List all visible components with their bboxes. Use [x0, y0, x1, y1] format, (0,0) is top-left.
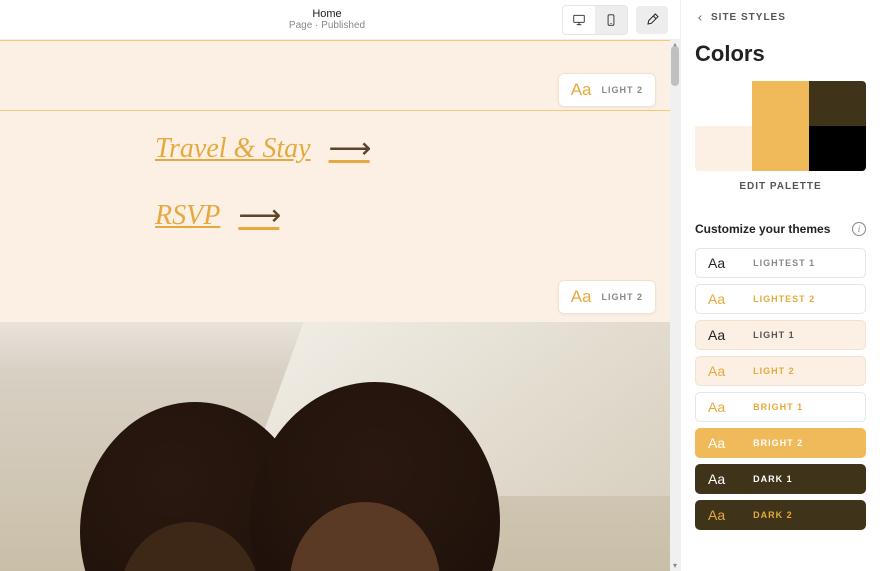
brush-icon	[644, 12, 660, 28]
arrow-right-icon: ⟶	[238, 198, 279, 233]
theme-label: DARK 1	[753, 474, 793, 484]
page-canvas[interactable]: Aa LIGHT 2 Travel & Stay ⟶ RSVP ⟶ Aa LIG…	[0, 40, 680, 571]
theme-badge-bottom[interactable]: Aa LIGHT 2	[558, 280, 656, 314]
badge-aa: Aa	[571, 287, 592, 307]
theme-label: LIGHTEST 1	[753, 258, 815, 268]
scrollbar-thumb[interactable]	[671, 46, 679, 86]
back-label: SITE STYLES	[711, 12, 786, 23]
scroll-down-icon[interactable]: ▾	[670, 561, 680, 571]
theme-item[interactable]: Aa LIGHTEST 2	[695, 284, 866, 314]
palette-swatch[interactable]	[695, 126, 752, 171]
mobile-icon	[604, 13, 618, 27]
palette-swatch[interactable]	[695, 81, 752, 126]
nav-link-rsvp[interactable]: RSVP ⟶	[155, 198, 370, 233]
panel-title: Colors	[695, 41, 866, 67]
theme-aa: Aa	[708, 435, 725, 451]
styles-brush-button[interactable]	[636, 6, 668, 34]
nav-link-label: Travel & Stay	[155, 133, 311, 165]
palette-swatch[interactable]	[809, 81, 866, 126]
theme-item[interactable]: Aa LIGHT 1	[695, 320, 866, 350]
theme-item[interactable]: Aa BRIGHT 1	[695, 392, 866, 422]
customize-label: Customize your themes	[695, 222, 830, 236]
theme-badge-top[interactable]: Aa LIGHT 2	[558, 73, 656, 107]
theme-label: BRIGHT 2	[753, 438, 803, 448]
hero-image-section	[0, 322, 680, 571]
site-styles-panel: SITE STYLES Colors EDIT PALETTE Customiz…	[680, 0, 880, 571]
theme-label: LIGHT 2	[753, 366, 795, 376]
device-toggle-group	[562, 5, 628, 35]
desktop-view-button[interactable]	[563, 6, 595, 34]
nav-links: Travel & Stay ⟶ RSVP ⟶	[155, 131, 370, 265]
theme-label: BRIGHT 1	[753, 402, 803, 412]
palette-swatch[interactable]	[752, 81, 809, 126]
badge-aa: Aa	[571, 80, 592, 100]
theme-aa: Aa	[708, 327, 725, 343]
theme-item[interactable]: Aa DARK 2	[695, 500, 866, 530]
theme-item[interactable]: Aa LIGHT 2	[695, 356, 866, 386]
theme-label: LIGHTEST 2	[753, 294, 815, 304]
theme-list: Aa LIGHTEST 1 Aa LIGHTEST 2 Aa LIGHT 1 Aa LIGHT…	[695, 248, 866, 530]
preview-area: Home Page · Published Aa LIGHT 2	[0, 0, 680, 571]
badge-label: LIGHT 2	[601, 292, 643, 302]
back-to-site-styles[interactable]: SITE STYLES	[695, 12, 866, 23]
nav-link-label: RSVP	[155, 200, 220, 232]
edit-palette-button[interactable]: EDIT PALETTE	[695, 181, 866, 192]
mobile-view-button[interactable]	[595, 6, 627, 34]
theme-aa: Aa	[708, 291, 725, 307]
info-icon[interactable]: i	[852, 222, 866, 236]
color-palette[interactable]	[695, 81, 866, 171]
section-light: Aa LIGHT 2 Travel & Stay ⟶ RSVP ⟶ Aa LIG…	[0, 40, 680, 322]
theme-item[interactable]: Aa DARK 1	[695, 464, 866, 494]
nav-link-travel-stay[interactable]: Travel & Stay ⟶	[155, 131, 370, 166]
theme-label: LIGHT 1	[753, 330, 795, 340]
customize-header: Customize your themes i	[695, 222, 866, 236]
theme-item[interactable]: Aa BRIGHT 2	[695, 428, 866, 458]
page-title: Home	[289, 8, 365, 20]
palette-swatch[interactable]	[809, 126, 866, 171]
theme-aa: Aa	[708, 399, 725, 415]
theme-aa: Aa	[708, 507, 725, 523]
page-info[interactable]: Home Page · Published	[289, 8, 365, 31]
desktop-icon	[572, 13, 586, 27]
theme-aa: Aa	[708, 363, 725, 379]
arrow-right-icon: ⟶	[329, 131, 370, 166]
theme-item[interactable]: Aa LIGHTEST 1	[695, 248, 866, 278]
page-status: Page · Published	[289, 20, 365, 31]
badge-label: LIGHT 2	[601, 85, 643, 95]
scrollbar[interactable]: ▴ ▾	[670, 40, 680, 571]
palette-swatch[interactable]	[752, 126, 809, 171]
theme-aa: Aa	[708, 255, 725, 271]
top-bar: Home Page · Published	[0, 0, 680, 40]
theme-aa: Aa	[708, 471, 725, 487]
chevron-left-icon	[695, 13, 705, 23]
theme-label: DARK 2	[753, 510, 793, 520]
